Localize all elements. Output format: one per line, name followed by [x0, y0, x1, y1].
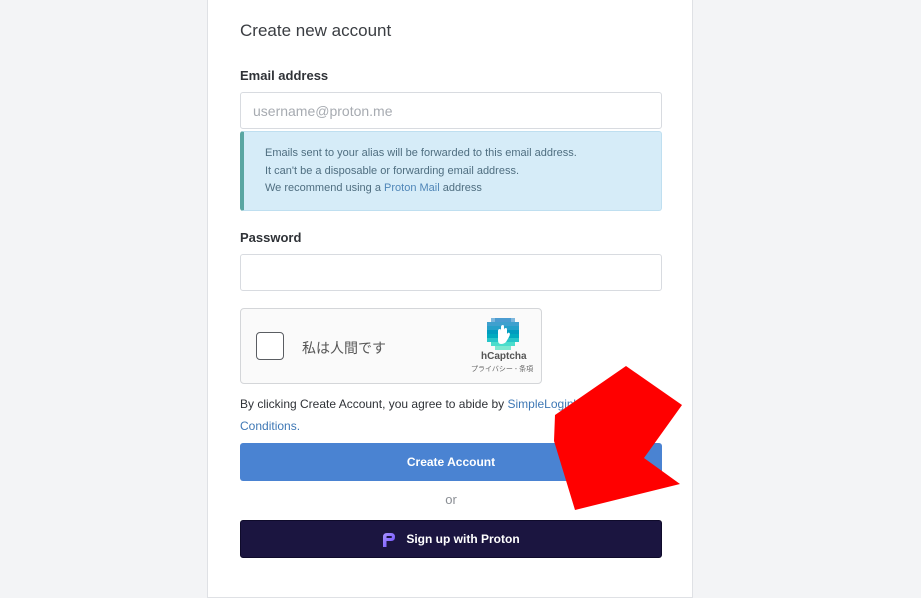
info-line-2: It can't be a disposable or forwarding e…: [265, 164, 520, 177]
hcaptcha-brand: hCaptcha: [481, 351, 527, 362]
info-line-1: Emails sent to your alias will be forwar…: [265, 147, 577, 159]
info-line-3-suffix: address: [439, 182, 482, 194]
info-line-3: We recommend using a Proton Mail address: [265, 180, 661, 198]
email-label: Email address: [240, 68, 329, 83]
password-label: Password: [240, 230, 302, 245]
create-account-button[interactable]: Create Account: [240, 443, 662, 481]
captcha-checkbox[interactable]: [256, 332, 284, 360]
email-info-alert: Emails sent to your alias will be forwar…: [240, 131, 662, 211]
page-title: Create new account: [240, 21, 392, 40]
password-input[interactable]: [240, 254, 662, 291]
proton-mail-link[interactable]: Proton Mail: [384, 182, 440, 194]
info-line-3-prefix: We recommend using a: [265, 182, 385, 194]
hcaptcha-widget: 私は人間です hCaptcha プライバシー - 条項: [240, 308, 542, 384]
captcha-label: 私は人間です: [302, 340, 386, 356]
signup-card: Create new account Email address Emails …: [207, 0, 693, 598]
terms-text: By clicking Create Account, you agree to…: [240, 393, 680, 437]
proton-logo-icon: [383, 532, 396, 547]
hcaptcha-logo-icon: [487, 318, 519, 350]
or-divider: or: [445, 492, 457, 507]
email-input[interactable]: [240, 92, 662, 129]
terms-prefix: By clicking Create Account, you agree to…: [240, 397, 508, 411]
sign-up-with-proton-button[interactable]: Sign up with Proton: [240, 520, 662, 558]
proton-button-label: Sign up with Proton: [406, 532, 520, 546]
hcaptcha-links[interactable]: プライバシー - 条項: [471, 364, 533, 374]
